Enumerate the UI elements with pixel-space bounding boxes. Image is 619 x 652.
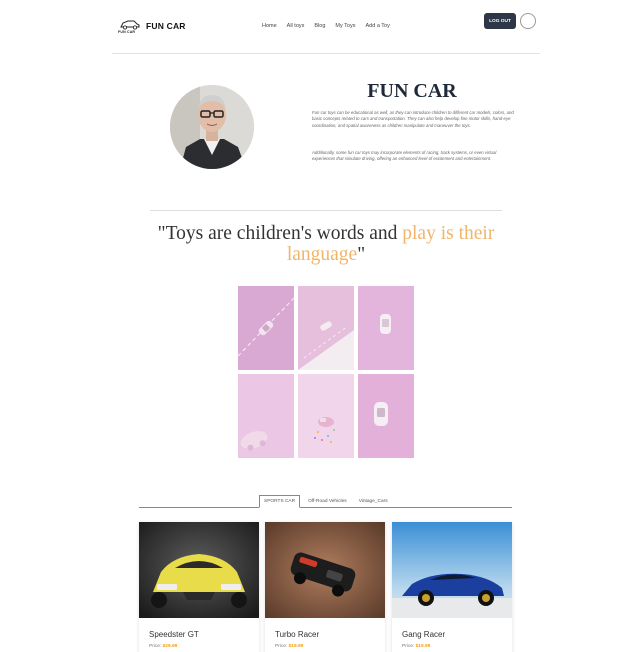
gallery-image[interactable]	[238, 374, 294, 458]
main-menu: Home All toys Blog My Toys Add a Toy	[262, 23, 390, 29]
gallery-image[interactable]	[298, 286, 354, 370]
price-label: Price:	[275, 644, 289, 649]
toy-name: Gang Racer	[402, 630, 446, 639]
price-value: $29.99	[162, 644, 178, 649]
gallery-image[interactable]	[298, 374, 354, 458]
nav-link-blog[interactable]: Blog	[314, 23, 325, 29]
toy-price: Price: $19.99	[402, 644, 430, 649]
gallery-image[interactable]	[238, 286, 294, 370]
navbar: FUN CAR FUN CAR Home All toys Blog My To…	[112, 8, 540, 54]
toy-name: Turbo Racer	[275, 630, 320, 639]
toy-image	[265, 522, 385, 618]
logout-button[interactable]: LOG OUT	[484, 13, 516, 29]
quote-text: "Toys are children's words and	[157, 223, 403, 244]
category-tabs: SPORTS CAR Off-Road Vehicles Vintage_Car…	[259, 495, 392, 508]
logo[interactable]: FUN CAR FUN CAR	[118, 18, 186, 34]
quote: "Toys are children's words and play is t…	[150, 223, 502, 265]
toy-card[interactable]: Gang Racer Price: $19.99	[392, 522, 512, 652]
toy-price: Price: $29.99	[149, 644, 177, 649]
price-value: $19.99	[288, 644, 304, 649]
toy-image	[139, 522, 259, 618]
logo-small-text: FUN CAR	[118, 30, 136, 34]
toy-name: Speedster GT	[149, 630, 199, 639]
about-title: FUN CAR	[367, 80, 457, 102]
tab-sports-car[interactable]: SPORTS CAR	[259, 495, 301, 508]
quote-end: "	[357, 244, 366, 265]
price-value: $19.99	[415, 644, 431, 649]
about-paragraph-2: Additionally, some fun car toys may inco…	[312, 150, 497, 162]
toy-card[interactable]: Turbo Racer Price: $19.99	[265, 522, 385, 652]
price-label: Price:	[149, 644, 163, 649]
nav-link-add-toy[interactable]: Add a Toy	[366, 23, 390, 29]
section-divider	[150, 210, 502, 211]
user-avatar[interactable]	[520, 13, 536, 29]
founder-portrait	[170, 85, 254, 169]
gallery-image[interactable]	[358, 286, 414, 370]
nav-link-all-toys[interactable]: All toys	[287, 23, 305, 29]
gallery-image[interactable]	[358, 374, 414, 458]
toy-card[interactable]: Speedster GT Price: $29.99	[139, 522, 259, 652]
nav-link-home[interactable]: Home	[262, 23, 277, 29]
car-logo-icon: FUN CAR	[118, 18, 140, 34]
about-paragraph: Fun car toys can be educational as well,…	[312, 110, 514, 128]
tab-off-road-vehicles[interactable]: Off-Road Vehicles	[304, 495, 351, 508]
toy-image	[392, 522, 512, 618]
brand-name: FUN CAR	[146, 21, 186, 31]
tab-vintage-cars[interactable]: Vintage_Cars	[355, 495, 392, 508]
nav-link-my-toys[interactable]: My Toys	[335, 23, 355, 29]
toy-price: Price: $19.99	[275, 644, 303, 649]
price-label: Price:	[402, 644, 416, 649]
toy-gallery	[238, 286, 416, 458]
